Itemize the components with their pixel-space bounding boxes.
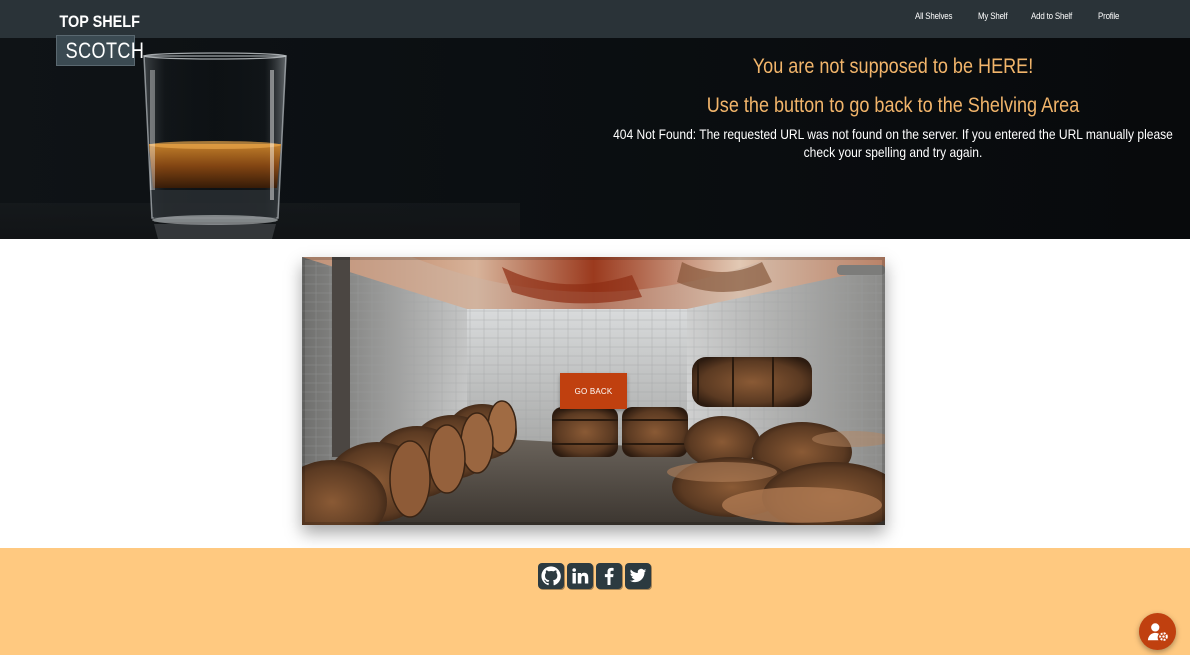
hero-subtitle: Use the button to go back to the Shelvin… [706, 94, 1080, 117]
nav-link-my-shelf[interactable]: My Shelf [978, 11, 1008, 21]
user-settings-icon [1147, 622, 1168, 641]
error-message: 404 Not Found: The requested URL was not… [613, 126, 1173, 160]
github-icon [541, 566, 561, 586]
cellar-card: GO BACK [302, 257, 885, 525]
nav-link-add-to-shelf[interactable]: Add to Shelf [1031, 11, 1072, 21]
social-links [538, 563, 651, 589]
nav-link-profile[interactable]: Profile [1098, 11, 1119, 21]
linkedin-icon [572, 568, 589, 584]
twitter-icon [629, 568, 647, 583]
hero-banner: You are not supposed to be HERE! Use the… [0, 38, 1190, 239]
facebook-icon [604, 567, 614, 585]
navbar: All Shelves My Shelf Add to Shelf Profil… [0, 0, 1190, 38]
brand-logo-line2-box: SCOTCH [56, 35, 144, 66]
github-link[interactable] [538, 563, 564, 589]
hero-text: You are not supposed to be HERE! Use the… [600, 54, 1186, 161]
twitter-link[interactable] [625, 563, 651, 589]
footer [0, 548, 1190, 655]
brand-logo[interactable]: TOP SHELF SCOTCH [56, 12, 155, 66]
nav-links: All Shelves My Shelf Add to Shelf Profil… [915, 11, 1122, 21]
whisky-glass-image [143, 52, 287, 239]
facebook-link[interactable] [596, 563, 622, 589]
go-back-button[interactable]: GO BACK [560, 373, 627, 409]
hero-title: You are not supposed to be HERE! [752, 55, 1034, 78]
brand-logo-line2: SCOTCH [65, 38, 145, 63]
linkedin-link[interactable] [567, 563, 593, 589]
user-settings-button[interactable] [1139, 613, 1176, 650]
nav-link-all-shelves[interactable]: All Shelves [915, 11, 952, 21]
brand-logo-line1: TOP SHELF [59, 12, 140, 31]
